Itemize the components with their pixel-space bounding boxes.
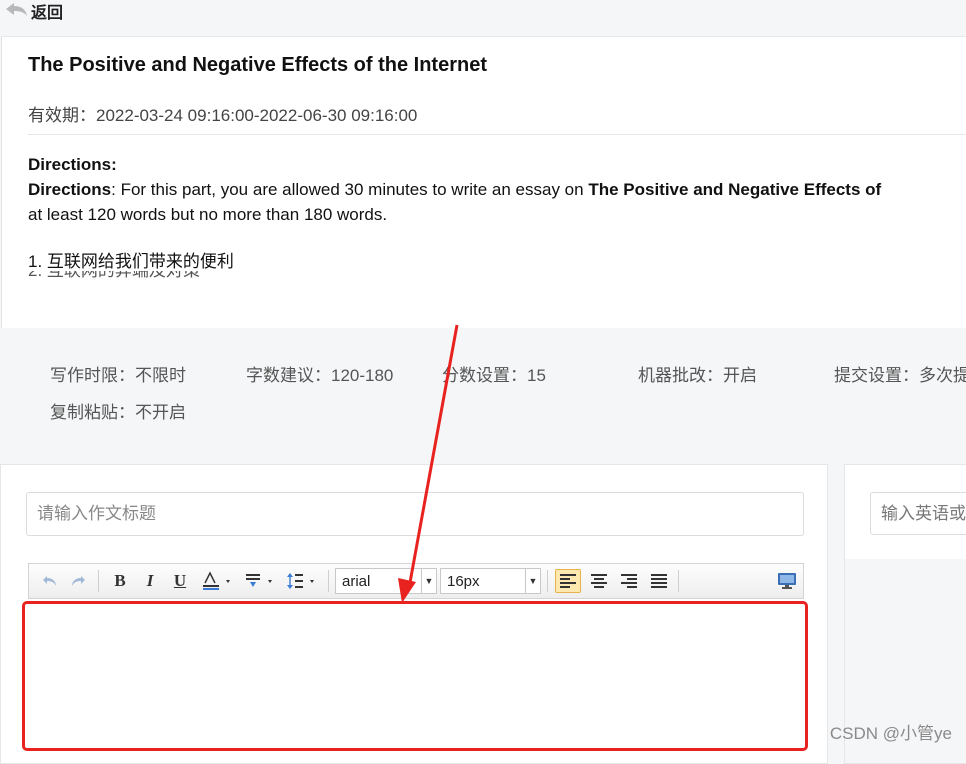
task-card: The Positive and Negative Effects of the… — [1, 36, 966, 328]
bold-button[interactable]: B — [109, 569, 131, 593]
align-left-button[interactable] — [555, 569, 581, 593]
undo-button[interactable] — [39, 569, 61, 593]
italic-button[interactable]: I — [139, 569, 161, 593]
align-justify-icon — [650, 573, 668, 589]
align-right-button[interactable] — [616, 569, 642, 593]
font-size-value: 16px — [447, 572, 480, 590]
font-size-select[interactable]: 16px ▼ — [440, 568, 541, 594]
setting-time-limit: 写作时限：不限时 — [50, 366, 186, 385]
directions-line-2: at least 120 words but no more than 180 … — [28, 205, 388, 224]
align-right-icon — [620, 573, 638, 589]
text-color-icon — [202, 571, 236, 591]
point-2: 2. 互联网的弊端及对策 — [28, 271, 200, 280]
divider — [28, 134, 966, 135]
font-family-select[interactable]: arial ▼ — [335, 568, 437, 594]
word-lookup-input[interactable] — [870, 492, 966, 535]
paragraph-spacing-icon — [244, 571, 278, 591]
task-title: The Positive and Negative Effects of the… — [28, 54, 487, 76]
align-center-button[interactable] — [586, 569, 612, 593]
top-bar: 返回 — [0, 0, 966, 34]
directions-line-1: Directions: For this part, you are allow… — [28, 177, 966, 202]
italic-icon: I — [146, 571, 154, 590]
back-arrow-icon — [4, 1, 28, 22]
underline-button[interactable]: U — [169, 569, 191, 593]
directions-text: Directions: Directions: For this part, y… — [28, 152, 966, 274]
line-height-button[interactable] — [285, 569, 321, 593]
bold-icon: B — [114, 571, 126, 590]
editor-panel: B I U arial ▼ 16px ▼ — [0, 464, 828, 764]
validity-period: 有效期：2022-03-24 09:16:00-2022-06-30 09:16… — [28, 106, 418, 125]
directions-label: Directions — [28, 180, 112, 199]
setting-copy-paste: 复制粘贴：不开启 — [50, 403, 186, 422]
undo-icon — [41, 572, 59, 590]
line-height-icon — [286, 571, 320, 591]
settings-panel: 写作时限：不限时 字数建议：120-180 分数设置：15 机器批改：开启 提交… — [0, 328, 966, 450]
align-justify-button[interactable] — [646, 569, 672, 593]
monitor-icon — [777, 572, 797, 590]
directions-heading: Directions: — [28, 155, 117, 174]
underline-icon: U — [173, 571, 187, 590]
watermark: CSDN @小管ye — [829, 724, 952, 743]
setting-machine-grade: 机器批改：开启 — [638, 366, 757, 385]
redo-icon — [69, 572, 87, 590]
chevron-down-icon: ▼ — [421, 569, 436, 593]
preview-button[interactable] — [775, 569, 799, 593]
text-color-button[interactable] — [201, 569, 237, 593]
setting-submit: 提交设置：多次提 — [834, 366, 966, 385]
align-center-icon — [590, 573, 608, 589]
redo-button[interactable] — [67, 569, 89, 593]
align-left-icon — [559, 573, 577, 589]
setting-score: 分数设置：15 — [442, 366, 546, 385]
chevron-down-icon: ▼ — [525, 569, 540, 593]
directions-body: : For this part, you are allowed 30 minu… — [111, 180, 589, 199]
font-family-value: arial — [342, 572, 371, 590]
paragraph-spacing-button[interactable] — [243, 569, 279, 593]
point-2-clipped: 2. 互联网的弊端及对策 — [28, 271, 328, 281]
toolbar-separator — [328, 570, 329, 592]
toolbar-separator — [678, 570, 679, 592]
setting-word-suggest: 字数建议：120-180 — [246, 366, 394, 385]
essay-content-area[interactable] — [22, 601, 808, 751]
toolbar-separator — [547, 570, 548, 592]
back-button[interactable]: 返回 — [4, 0, 63, 22]
essay-title-input[interactable] — [26, 492, 804, 536]
back-label: 返回 — [31, 5, 64, 22]
directions-topic: The Positive and Negative Effects of — [588, 180, 882, 199]
toolbar-separator — [98, 570, 99, 592]
editor-toolbar: B I U arial ▼ 16px ▼ — [28, 563, 804, 599]
